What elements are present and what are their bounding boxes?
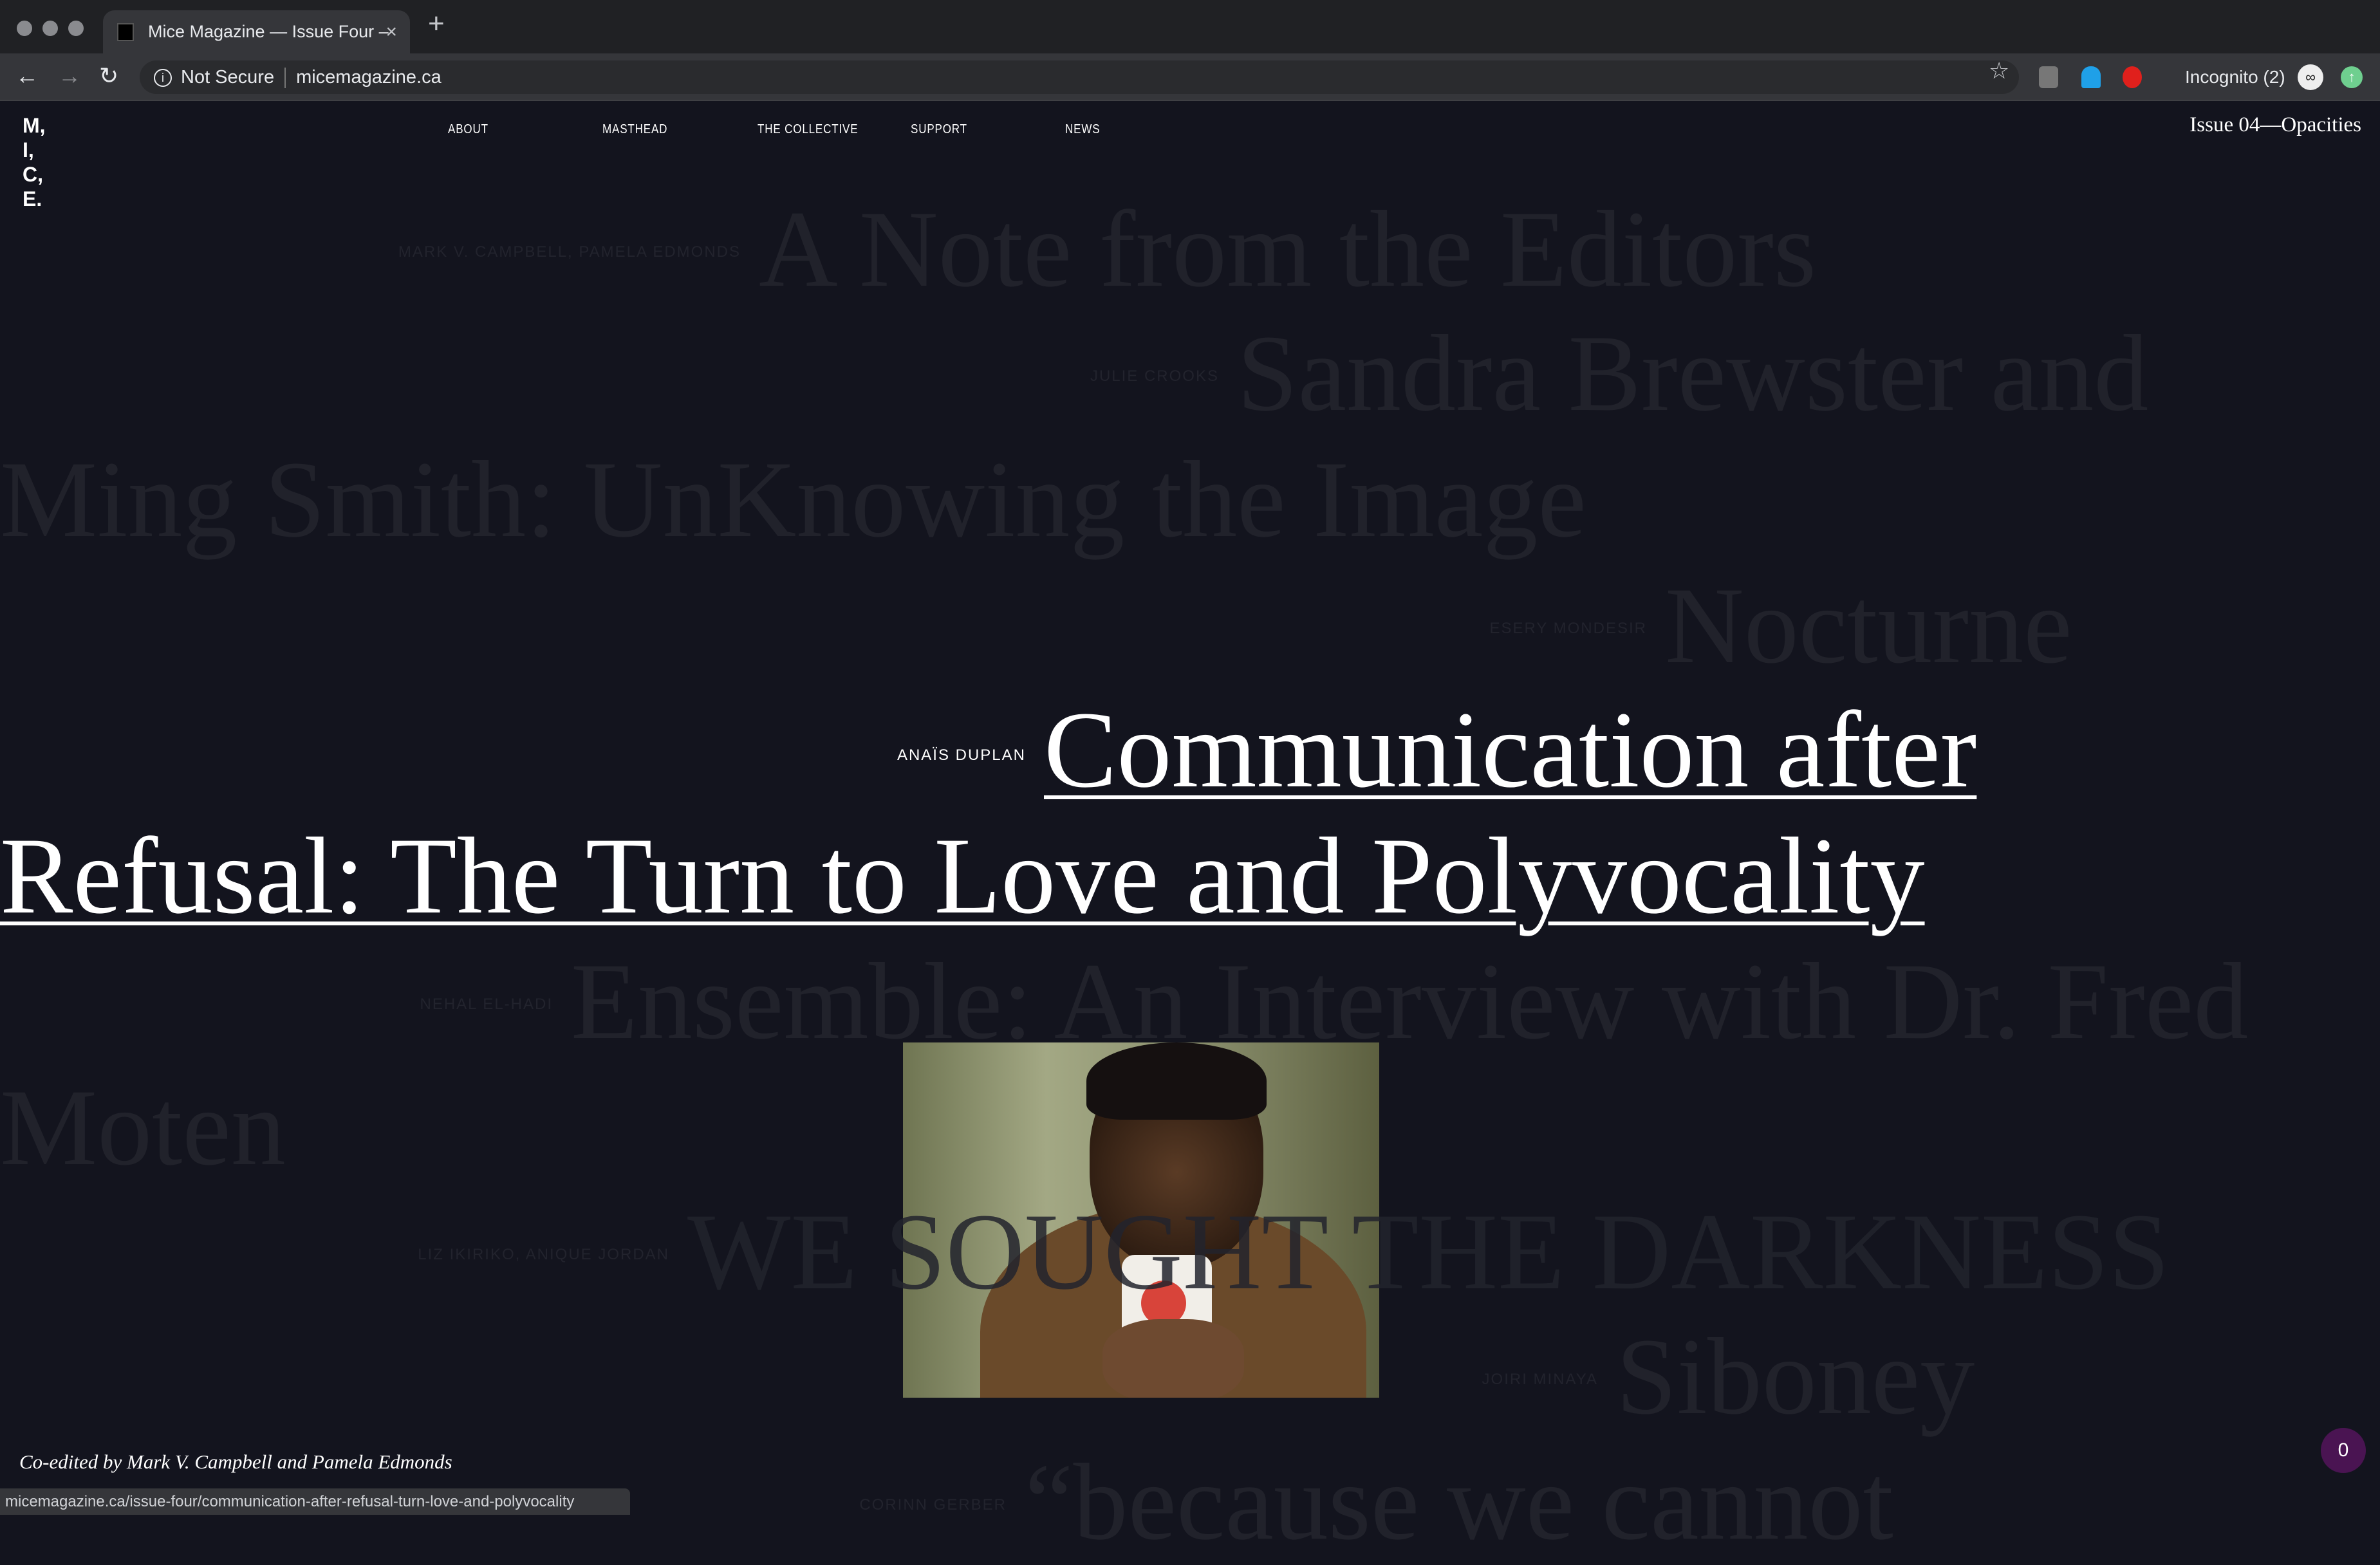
logo-line: C, xyxy=(23,163,43,186)
article-author: LIZ IKIRIKO, ANIQUE JORDAN xyxy=(418,1246,669,1263)
logo-line: I, xyxy=(23,138,34,162)
article-link[interactable]: Siboney xyxy=(0,1313,2265,1440)
article-author: ESERY MONDESIR xyxy=(1489,620,1647,637)
article-title[interactable]: WE SOUGHT THE DARKNESS xyxy=(687,1191,2170,1312)
featured-article-author: ANAÏS DUPLAN xyxy=(897,746,1026,764)
tab-title: Mice Magazine — Issue Four – xyxy=(148,22,389,41)
article-title[interactable]: Ensemble: An Interview with Dr. Fred Mot… xyxy=(0,941,2248,1188)
browser-tab[interactable]: Mice Magazine — Issue Four – × xyxy=(103,10,410,53)
info-icon[interactable]: i xyxy=(154,69,172,88)
issue-title[interactable]: Issue 04—Opacities xyxy=(2189,113,2361,137)
address-bar[interactable]: i Not Secure micemagazine.ca xyxy=(140,60,2019,94)
nav-the-collective[interactable]: THE COLLECTIVE xyxy=(758,122,858,137)
nav-news[interactable]: NEWS xyxy=(1065,122,1100,137)
status-bar-url: micemagazine.ca/issue-four/communication… xyxy=(0,1488,630,1515)
window-maximize-button[interactable] xyxy=(68,21,84,36)
back-button[interactable]: ← xyxy=(15,62,39,89)
new-tab-button[interactable]: + xyxy=(428,8,445,40)
article-author: CORINN GERBER xyxy=(859,1496,1007,1514)
update-icon[interactable]: ↑ xyxy=(2341,66,2363,88)
article-link[interactable]: A Note from the Editors xyxy=(0,186,2265,312)
article-title[interactable]: Sandra Brewster and Ming Smith: UnKnowin… xyxy=(0,313,2148,560)
article-title[interactable]: “because we cannot xyxy=(1025,1441,1893,1562)
ghost-extension-icon[interactable] xyxy=(2081,66,2101,88)
article-title[interactable]: Nocturne xyxy=(1665,565,2072,686)
featured-article-title[interactable]: Communication after Refusal: The Turn to… xyxy=(0,689,1976,936)
window-minimize-button[interactable] xyxy=(42,21,58,36)
article-title[interactable]: A Note from the Editors xyxy=(759,189,1816,310)
article-link[interactable]: Sandra Brewster and Ming Smith: UnKnowin… xyxy=(0,310,2265,562)
close-tab-icon[interactable]: × xyxy=(386,10,397,53)
window-close-button[interactable] xyxy=(17,21,32,36)
url-text[interactable]: micemagazine.ca xyxy=(296,67,442,88)
adblock-icon[interactable] xyxy=(2123,66,2142,88)
forward-button[interactable]: → xyxy=(58,62,81,89)
browser-tab-strip: Mice Magazine — Issue Four – × + xyxy=(0,0,2380,53)
nav-masthead[interactable]: MASTHEAD xyxy=(602,122,667,137)
browser-toolbar: ← → ↻ i Not Secure micemagazine.ca ☆ Incog… xyxy=(0,53,2380,101)
notification-badge[interactable]: 0 xyxy=(2321,1428,2366,1473)
bookmark-star-icon[interactable]: ☆ xyxy=(1989,57,2009,84)
article-link[interactable]: Ensemble: An Interview with Dr. Fred Mot… xyxy=(0,938,2265,1190)
article-author: NEHAL EL-HADI xyxy=(420,995,553,1013)
reload-button[interactable]: ↻ xyxy=(99,62,118,89)
article-title[interactable]: Siboney xyxy=(1616,1316,1975,1437)
article-author: JULIE CROOKS xyxy=(1090,367,1219,385)
favicon-icon xyxy=(117,23,134,41)
incognito-icon[interactable]: ∞ xyxy=(2298,64,2323,90)
security-label: Not Secure xyxy=(181,67,275,88)
divider xyxy=(284,68,286,89)
logo-line: M, xyxy=(23,114,46,137)
extension-icon[interactable] xyxy=(2039,66,2058,88)
article-author: JOIRI MINAYA xyxy=(1482,1371,1598,1388)
article-link[interactable]: Nocturne xyxy=(0,562,2265,689)
nav-support[interactable]: SUPPORT xyxy=(911,122,967,137)
profile-label[interactable]: Incognito (2) xyxy=(2185,53,2285,101)
featured-article-link[interactable]: Communication after Refusal: The Turn to… xyxy=(0,687,2265,939)
article-link[interactable]: WE SOUGHT THE DARKNESS xyxy=(0,1189,2265,1315)
article-author: MARK V. CAMPBELL, PAMELA EDMONDS xyxy=(398,243,741,261)
nav-about[interactable]: ABOUT xyxy=(448,122,488,137)
coedited-credit: Co-edited by Mark V. Campbell and Pamela… xyxy=(19,1450,452,1473)
